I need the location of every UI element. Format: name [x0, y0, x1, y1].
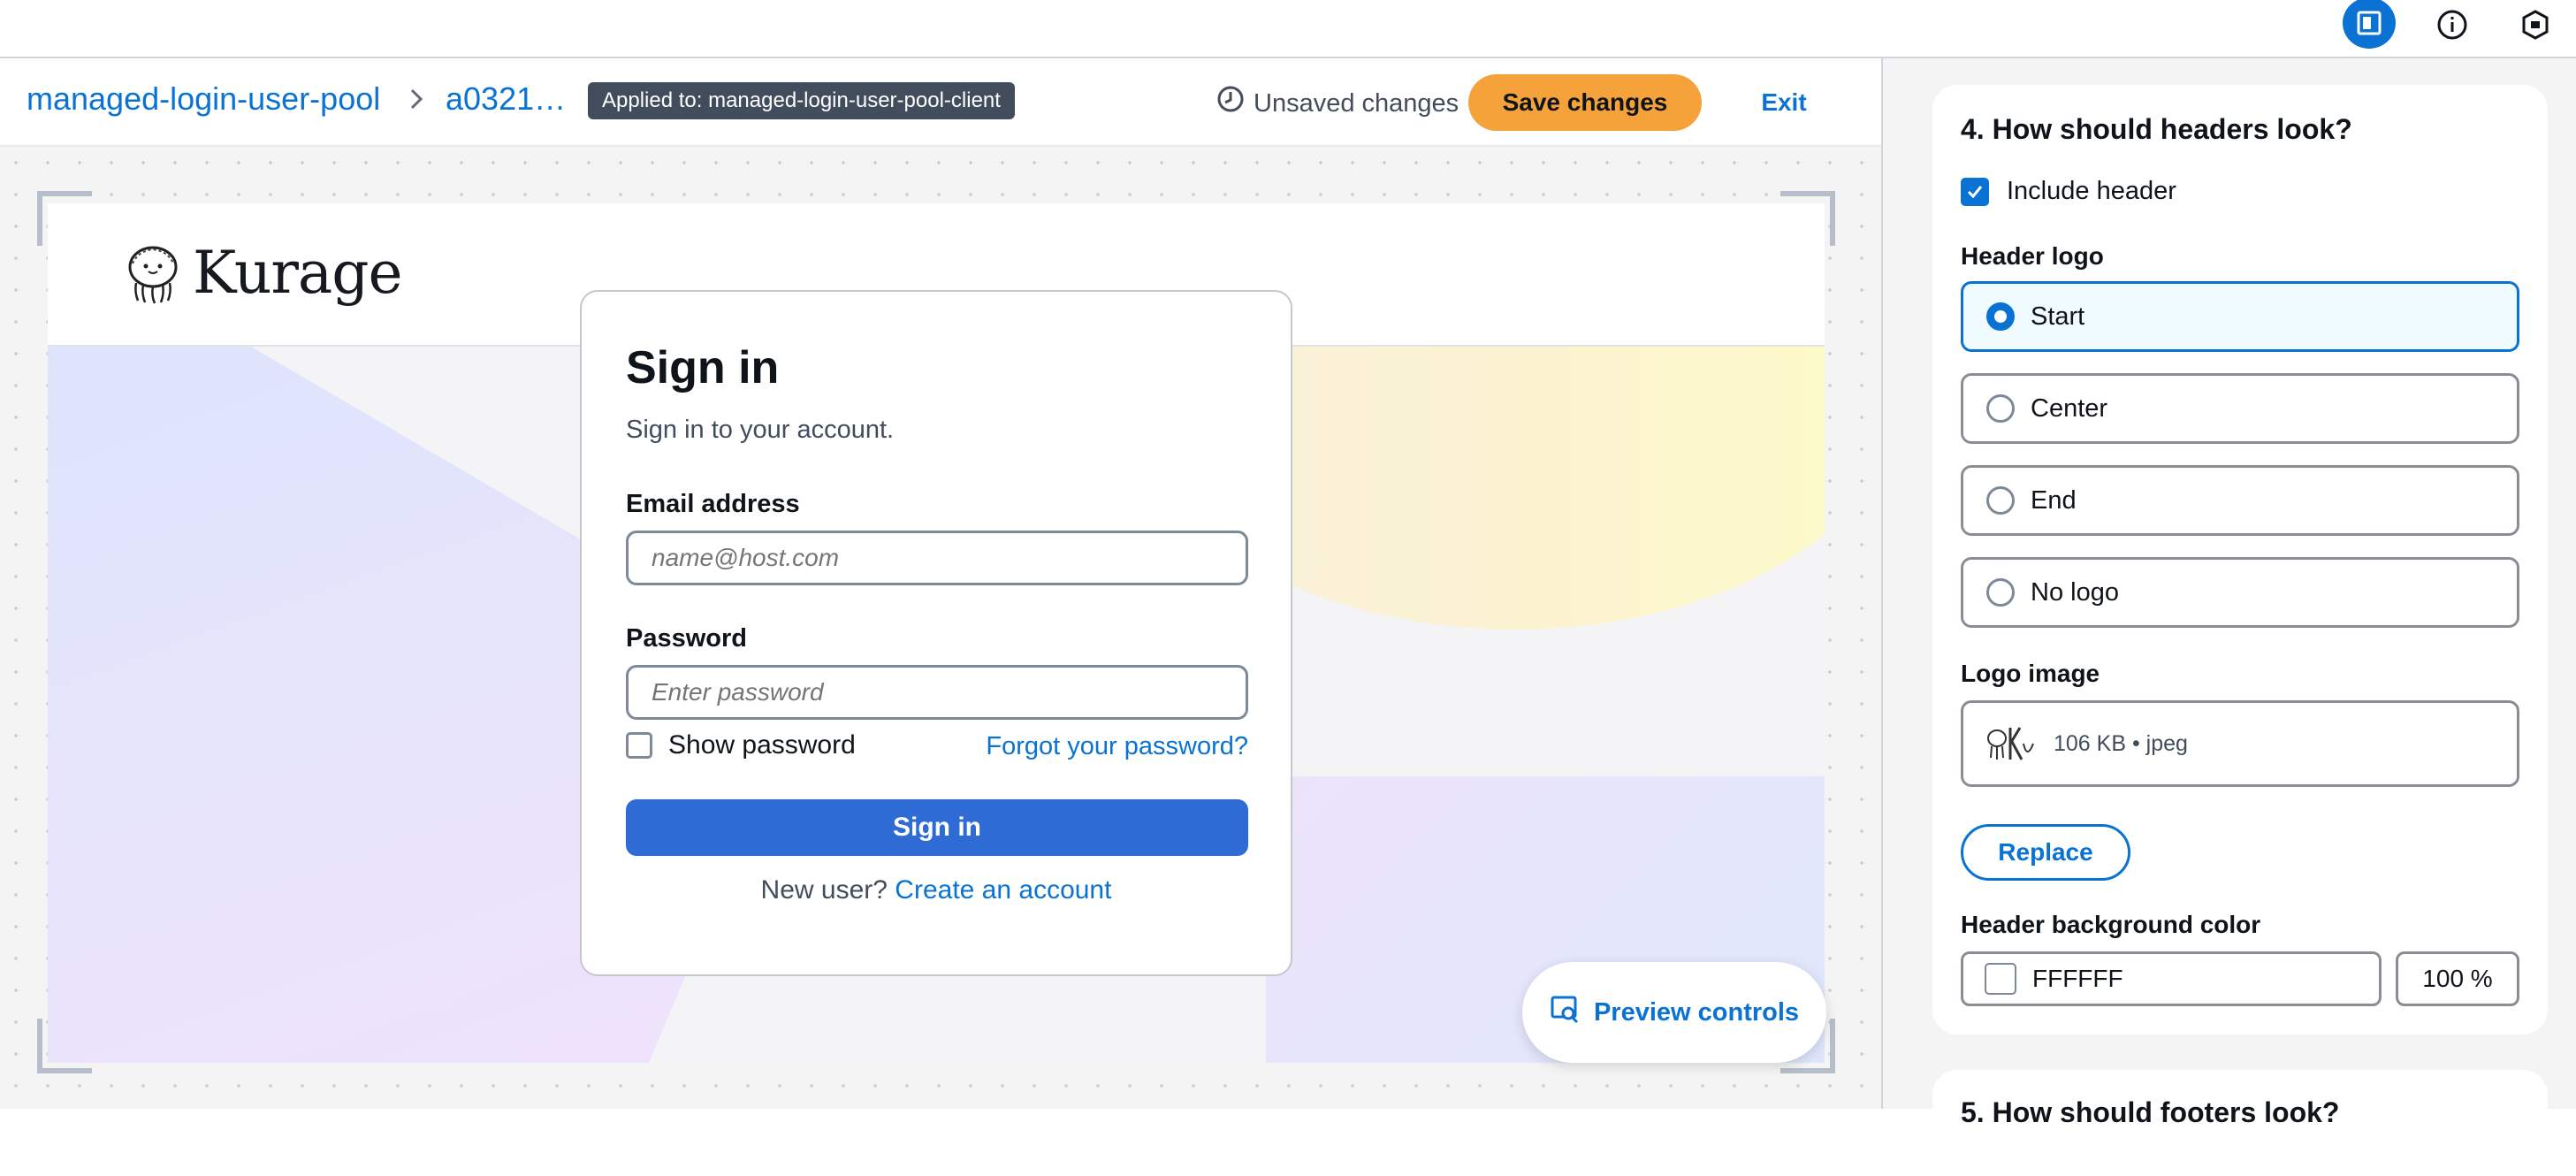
brand-wordmark: Kurage: [193, 239, 403, 307]
chevron-right-icon: [405, 85, 428, 118]
new-user-text: New user?: [760, 875, 888, 905]
split-panel-icon[interactable]: [2343, 0, 2396, 49]
color-hex-value: FFFFFF: [2032, 965, 2123, 992]
color-swatch[interactable]: [1985, 963, 2016, 995]
save-changes-button[interactable]: Save changes: [1468, 74, 1702, 131]
header-bg-color-input[interactable]: FFFFFF: [1961, 951, 2382, 1006]
top-utility-bar: [0, 0, 2576, 58]
show-password-toggle[interactable]: Show password: [626, 730, 856, 760]
security-icon[interactable]: [2509, 0, 2562, 50]
option-label: No logo: [2031, 577, 2119, 607]
replace-logo-button[interactable]: Replace: [1961, 824, 2130, 881]
exit-button[interactable]: Exit: [1740, 81, 1828, 124]
email-input[interactable]: [626, 531, 1248, 585]
breadcrumb-user-pool[interactable]: managed-login-user-pool: [27, 80, 380, 118]
signin-subtitle: Sign in to your account.: [626, 416, 895, 444]
include-header-checkbox[interactable]: [1961, 177, 1989, 206]
signin-button[interactable]: Sign in: [626, 799, 1248, 856]
new-user-row: New user? Create an account: [582, 875, 1291, 905]
unsaved-status: Unsaved changes: [1216, 85, 1459, 121]
header-logo: Kurage: [124, 239, 403, 307]
logo-file-meta: 106 KB • jpeg: [2054, 730, 2188, 756]
password-label: Password: [626, 624, 747, 653]
preview-icon: [1550, 993, 1581, 1032]
forgot-password-link[interactable]: Forgot your password?: [986, 732, 1248, 761]
include-header-label: Include header: [2007, 177, 2176, 205]
radio-button[interactable]: [1986, 302, 2015, 331]
preview-controls-button[interactable]: Preview controls: [1522, 962, 1826, 1063]
logo-position-none[interactable]: No logo: [1961, 557, 2519, 628]
editor-header: managed-login-user-pool a0321… Applied t…: [0, 58, 1881, 147]
applied-to-badge: Applied to: managed-login-user-pool-clie…: [588, 82, 1015, 119]
jellyfish-logo-icon: [128, 246, 178, 304]
email-label: Email address: [626, 490, 800, 518]
show-password-label: Show password: [668, 730, 856, 760]
clock-icon: [1216, 85, 1245, 121]
signin-card: Sign in Sign in to your account. Email a…: [580, 290, 1292, 976]
radio-button[interactable]: [1986, 578, 2015, 607]
radio-button[interactable]: [1986, 394, 2015, 423]
logo-thumbnail-icon: [1985, 717, 2036, 770]
logo-position-center[interactable]: Center: [1961, 373, 2519, 444]
unsaved-text: Unsaved changes: [1254, 88, 1459, 118]
option-label: End: [2031, 485, 2077, 515]
signin-title: Sign in: [626, 342, 780, 393]
header-bg-opacity-input[interactable]: 100 %: [2396, 951, 2519, 1006]
show-password-checkbox[interactable]: [626, 732, 652, 759]
logo-position-start[interactable]: Start: [1961, 281, 2519, 352]
password-input[interactable]: [626, 665, 1248, 720]
logo-file-token: 106 KB • jpeg: [1961, 700, 2519, 787]
option-label: Center: [2031, 393, 2108, 423]
header-logo-label: Header logo: [1961, 242, 2104, 270]
section-title-headers: 4. How should headers look?: [1961, 113, 2352, 145]
logo-position-end[interactable]: End: [1961, 465, 2519, 536]
breadcrumb-app-client[interactable]: a0321…: [446, 80, 566, 118]
preview-controls-label: Preview controls: [1593, 997, 1800, 1027]
section-title-footers: 5. How should footers look?: [1961, 1096, 2340, 1128]
header-bg-color-label: Header background color: [1961, 911, 2261, 938]
option-label: Start: [2031, 302, 2085, 331]
radio-button[interactable]: [1986, 486, 2015, 515]
include-header-toggle[interactable]: Include header: [1961, 177, 2176, 206]
create-account-link[interactable]: Create an account: [895, 875, 1111, 905]
info-icon[interactable]: [2426, 0, 2479, 50]
logo-image-label: Logo image: [1961, 660, 2100, 687]
